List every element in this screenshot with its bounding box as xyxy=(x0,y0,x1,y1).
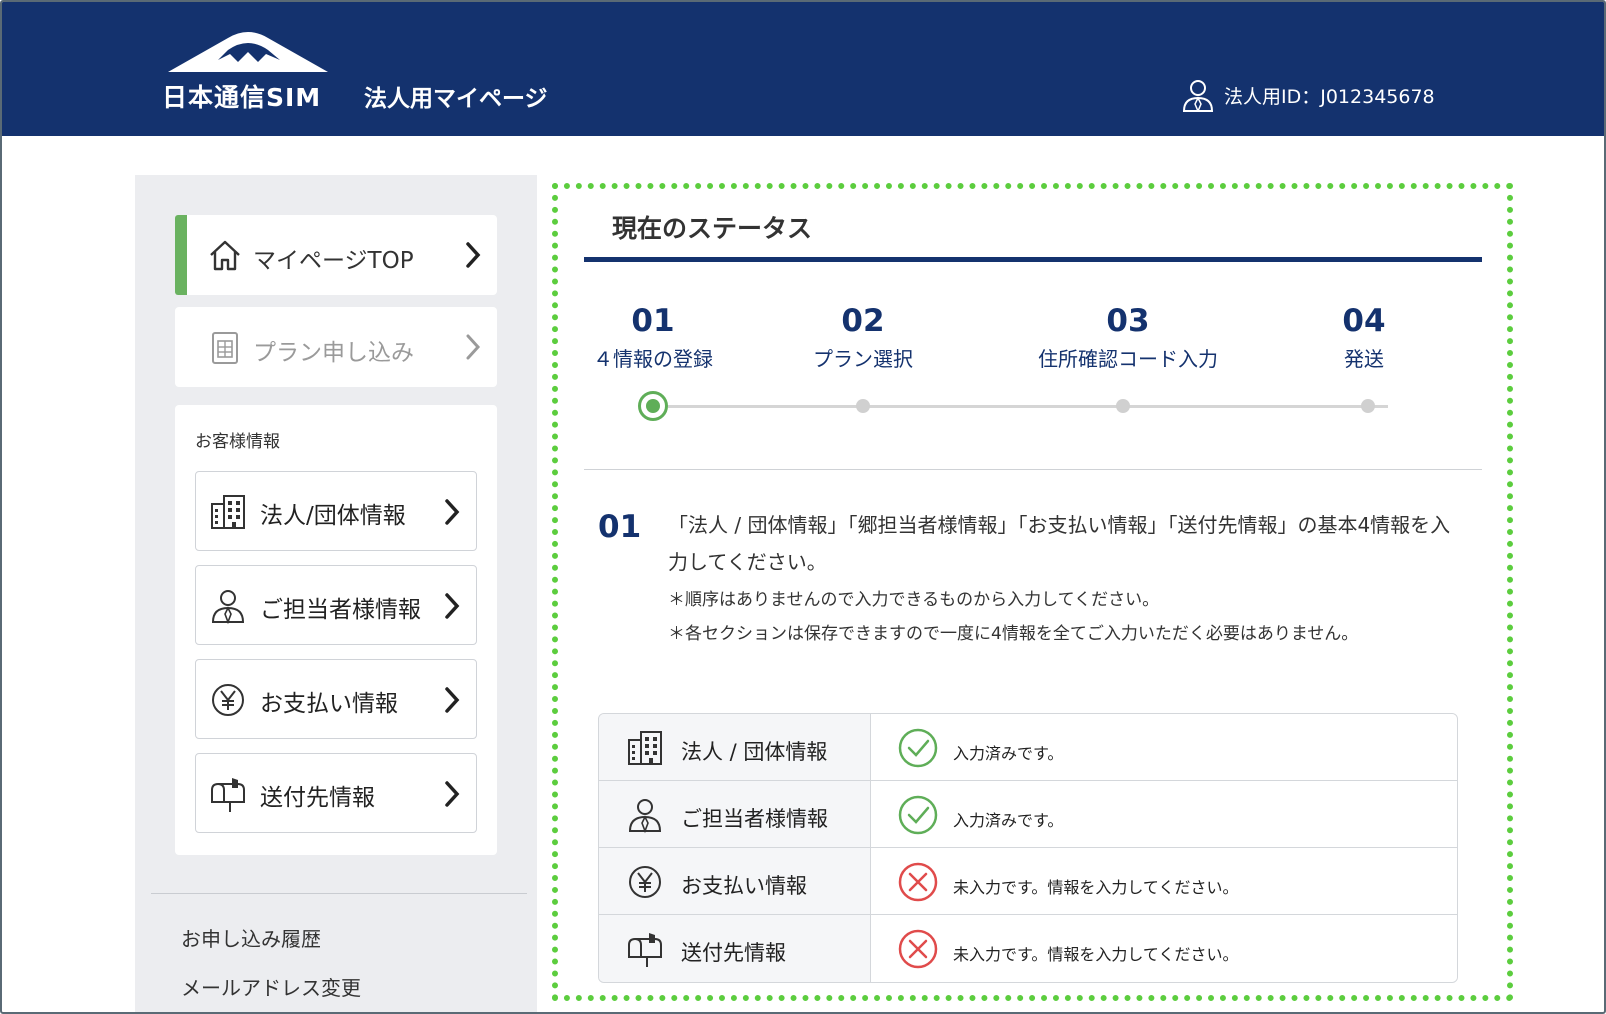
step-number: 01 xyxy=(631,303,675,339)
status-row-contact-person: ご担当者様情報 入力済みです。 xyxy=(599,781,1457,848)
step-note: ＊各セクションは保存できますので一度に4情報を全てご入力いただく必要はありません… xyxy=(668,624,1359,644)
status-row-label: 法人 / 団体情報 xyxy=(681,740,828,764)
sidebar-item-plan-application[interactable]: プラン申し込み xyxy=(175,307,497,387)
sidebar-item-label: プラン申し込み xyxy=(253,340,414,366)
sidebar: マイページTOP プラン申し込み お客様情報 法人/団体情報 ご担当者様情報 お… xyxy=(135,175,537,1012)
page-frame: 日本通信SIM 法人用マイページ 法人用ID：J012345678 マイページT… xyxy=(0,0,1606,1014)
step-name: ４情報の登録 xyxy=(593,347,713,371)
sidebar-item-payment-info[interactable]: お支払い情報 xyxy=(195,659,477,739)
sidebar-link-change-email[interactable]: メールアドレス変更 xyxy=(181,972,361,1001)
status-text: 未入力です。情報を入力してください。 xyxy=(953,945,1239,964)
brand-name: 日本通信SIM xyxy=(162,83,322,112)
sim-card-icon xyxy=(212,332,238,364)
status-text: 未入力です。情報を入力してください。 xyxy=(953,878,1239,897)
status-text: 入力済みです。 xyxy=(953,744,1064,763)
step-number: 02 xyxy=(841,303,885,339)
yen-icon xyxy=(629,866,661,898)
step-04: 04 発送 xyxy=(1304,303,1424,372)
building-icon xyxy=(628,731,662,765)
person-icon xyxy=(211,590,245,625)
step-name: 住所確認コード入力 xyxy=(1038,347,1218,371)
progress-track xyxy=(668,405,1388,408)
status-row-label: ご担当者様情報 xyxy=(681,807,828,831)
sidebar-item-contact-person[interactable]: ご担当者様情報 xyxy=(195,565,477,645)
error-circle-icon xyxy=(898,862,938,902)
step-note: ＊順序はありませんので入力できるものから入力してください。 xyxy=(668,590,1160,610)
status-row-label: お支払い情報 xyxy=(681,874,807,898)
sidebar-item-label: 送付先情報 xyxy=(260,785,375,811)
current-step-number: 01 xyxy=(598,509,642,545)
sidebar-item-label: 法人/団体情報 xyxy=(260,503,406,529)
status-row-payment: お支払い情報 未入力です。情報を入力してください。 xyxy=(599,848,1457,915)
sidebar-link-application-history[interactable]: お申し込み履歴 xyxy=(181,923,321,952)
user-id-text: 法人用ID：J012345678 xyxy=(1224,85,1435,108)
chevron-right-icon xyxy=(466,242,481,268)
sidebar-item-shipping-info[interactable]: 送付先情報 xyxy=(195,753,477,833)
sidebar-item-corporate-info[interactable]: 法人/団体情報 xyxy=(195,471,477,551)
chevron-right-icon xyxy=(445,593,460,619)
step-number: 04 xyxy=(1342,303,1386,339)
page-title: 現在のステータス xyxy=(612,214,813,243)
section-divider xyxy=(584,469,1482,470)
building-icon xyxy=(211,495,245,529)
status-row-label: 送付先情報 xyxy=(681,941,786,965)
chevron-right-icon xyxy=(445,781,460,807)
sidebar-item-mypage-top[interactable]: マイページTOP xyxy=(175,215,497,295)
sidebar-item-label: マイページTOP xyxy=(253,248,414,274)
header: 日本通信SIM 法人用マイページ 法人用ID：J012345678 xyxy=(2,2,1604,136)
status-panel: 現在のステータス 01 ４情報の登録 02 プラン選択 03 住所確認コード入力… xyxy=(552,183,1513,1001)
user-icon xyxy=(1182,80,1214,112)
status-text: 入力済みです。 xyxy=(953,811,1064,830)
mountain-logo-icon xyxy=(168,32,328,72)
chevron-right-icon xyxy=(445,687,460,713)
step-instruction: 「法人 / 団体情報」「郷担当者様情報」「お支払い情報」「送付先情報」の基本4情… xyxy=(668,513,1451,574)
sidebar-item-label: ご担当者様情報 xyxy=(260,597,421,623)
check-circle-icon xyxy=(898,728,938,768)
site-title: 法人用マイページ xyxy=(364,86,548,112)
person-icon xyxy=(628,799,662,834)
sidebar-item-label: お支払い情報 xyxy=(260,691,398,717)
check-circle-icon xyxy=(898,795,938,835)
brand-logo[interactable]: 日本通信SIM xyxy=(162,30,332,112)
status-table: 法人 / 団体情報 入力済みです。 ご担当者様情報 入力済みです。 お支払い情報… xyxy=(598,713,1458,983)
step-03: 03 住所確認コード入力 xyxy=(1018,303,1238,372)
mailbox-icon xyxy=(628,933,662,967)
chevron-right-icon xyxy=(445,499,460,525)
home-icon xyxy=(210,240,240,271)
step-number: 03 xyxy=(1106,303,1150,339)
chevron-right-icon xyxy=(466,334,481,360)
yen-icon xyxy=(212,684,244,716)
step-01: 01 ４情報の登録 xyxy=(588,303,718,372)
sidebar-divider xyxy=(151,893,527,894)
step-02: 02 プラン選択 xyxy=(798,303,928,372)
status-row-shipping: 送付先情報 未入力です。情報を入力してください。 xyxy=(599,915,1457,982)
step-name: プラン選択 xyxy=(813,347,913,371)
progress-dot xyxy=(856,399,870,413)
progress-dot-current xyxy=(638,391,668,421)
customer-info-heading: お客様情報 xyxy=(195,432,280,452)
user-id[interactable]: 法人用ID：J012345678 xyxy=(1182,78,1435,112)
mailbox-icon xyxy=(211,778,245,812)
title-underline xyxy=(584,257,1482,262)
error-circle-icon xyxy=(898,929,938,969)
step-name: 発送 xyxy=(1344,347,1384,371)
progress-dot xyxy=(1361,399,1375,413)
progress-dot xyxy=(1116,399,1130,413)
customer-info-section: お客様情報 法人/団体情報 ご担当者様情報 お支払い情報 送付先情報 xyxy=(175,405,497,855)
status-row-corporate: 法人 / 団体情報 入力済みです。 xyxy=(599,714,1457,781)
